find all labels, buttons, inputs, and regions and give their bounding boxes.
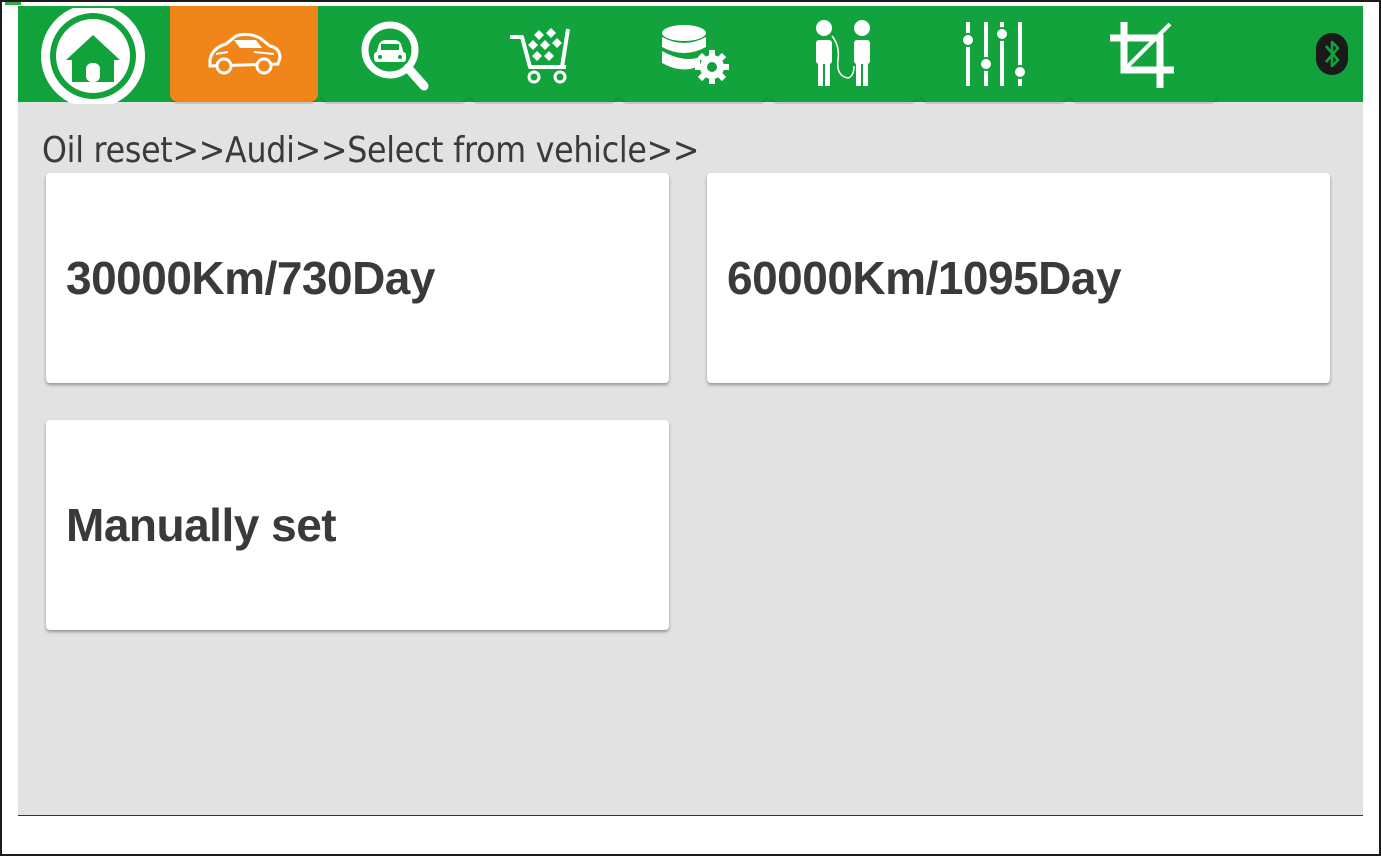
option-label: 60000Km/1095Day [727, 252, 1122, 304]
car-search-icon [361, 21, 429, 91]
crop-icon [1110, 22, 1174, 88]
top-nav-bar [18, 6, 1363, 104]
option-card-60000km[interactable]: 60000Km/1095Day [707, 173, 1330, 383]
tab-settings[interactable] [920, 6, 1068, 102]
tab-home[interactable] [18, 6, 168, 106]
shopping-cart-icon [510, 28, 570, 84]
home-icon [41, 8, 145, 104]
app-window: Oil reset>>Audi>>Select from vehicle>> 3… [18, 6, 1363, 816]
breadcrumb: Oil reset>>Audi>>Select from vehicle>> [42, 130, 700, 171]
sliders-icon [961, 22, 1027, 86]
option-label: 30000Km/730Day [66, 252, 435, 304]
screenshot-frame: Oil reset>>Audi>>Select from vehicle>> 3… [0, 0, 1381, 856]
tab-data-settings[interactable] [620, 6, 768, 102]
car-icon [208, 32, 282, 75]
bluetooth-status [1220, 6, 1363, 102]
tab-vehicle-diagnosis[interactable] [320, 6, 468, 102]
corner-mark [5, 2, 21, 5]
tab-oil-reset[interactable] [170, 6, 318, 102]
option-label: Manually set [66, 499, 337, 551]
people-talk-icon [816, 20, 870, 86]
database-settings-icon [662, 25, 729, 84]
bluetooth-icon [1316, 33, 1348, 75]
tab-shop[interactable] [470, 6, 618, 102]
option-card-manually-set[interactable]: Manually set [46, 420, 669, 630]
option-card-30000km[interactable]: 30000Km/730Day [46, 173, 669, 383]
tab-feedback[interactable] [770, 6, 918, 102]
tab-screenshot[interactable] [1070, 6, 1218, 102]
